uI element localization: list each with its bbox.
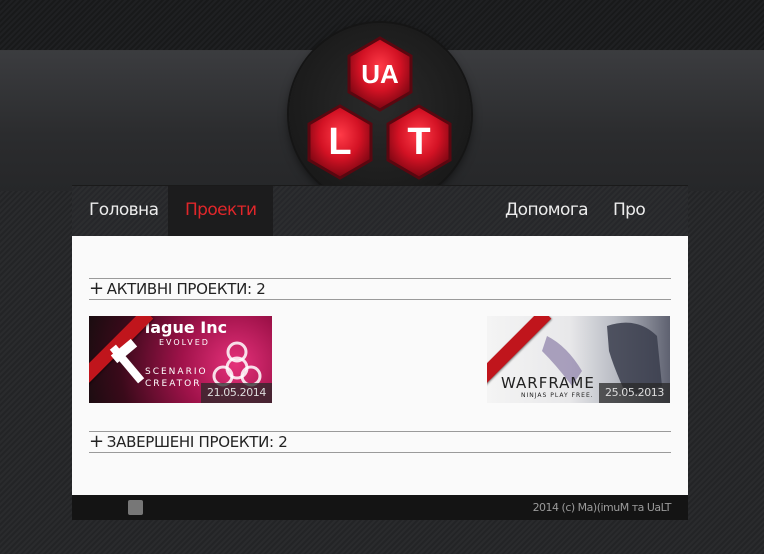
logo-hexagons bbox=[307, 36, 452, 180]
project-subtitle: EVOLVED bbox=[159, 338, 210, 347]
nav-item-help[interactable]: Допомога bbox=[488, 186, 605, 237]
hammer-icon bbox=[109, 338, 145, 384]
scroll-top-button[interactable] bbox=[128, 500, 143, 515]
project-card-plague[interactable]: Plague Inc EVOLVED SCENARIO CREATOR 21.0… bbox=[89, 316, 272, 403]
content-area: + АКТИВНІ ПРОЕКТИ: 2 Plague Inc EVOLVED S… bbox=[72, 236, 688, 495]
expand-icon[interactable]: + bbox=[89, 431, 104, 452]
site-logo[interactable]: UA L T bbox=[289, 23, 471, 205]
main-nav: Головна Проекти Допомога Про нас bbox=[72, 185, 688, 269]
expand-icon[interactable]: + bbox=[89, 278, 104, 299]
nav-item-projects[interactable]: Проекти bbox=[168, 186, 274, 237]
section-active-title: АКТИВНІ ПРОЕКТИ: 2 bbox=[106, 280, 266, 298]
project-date: 25.05.2013 bbox=[599, 383, 670, 403]
project-title: WARFRAME bbox=[501, 374, 595, 392]
project-card-warframe[interactable]: WARFRAME NINJAS PLAY FREE. 25.05.2013 bbox=[487, 316, 670, 403]
nav-item-home[interactable]: Головна bbox=[72, 186, 175, 237]
logo-text-ua: UA bbox=[361, 59, 399, 89]
section-active-projects[interactable]: + АКТИВНІ ПРОЕКТИ: 2 bbox=[89, 278, 671, 300]
nav-item-about[interactable]: Про нас bbox=[596, 186, 688, 269]
footer: 2014 (c) Ma)(imuM та UaLT bbox=[72, 495, 688, 520]
section-completed-title: ЗАВЕРШЕНІ ПРОЕКТИ: 2 bbox=[106, 433, 288, 451]
project-subtitle: NINJAS PLAY FREE. bbox=[521, 392, 594, 399]
logo-text-t: T bbox=[407, 121, 431, 163]
main-container: Головна Проекти Допомога Про нас +АКТИВН… bbox=[72, 185, 688, 520]
logo-text-l: L bbox=[328, 121, 352, 163]
footer-copyright: 2014 (c) Ma)(imuM та UaLT bbox=[532, 501, 672, 514]
section-completed-projects[interactable]: + ЗАВЕРШЕНІ ПРОЕКТИ: 2 bbox=[89, 431, 671, 453]
project-date: 21.05.2014 bbox=[201, 383, 272, 403]
